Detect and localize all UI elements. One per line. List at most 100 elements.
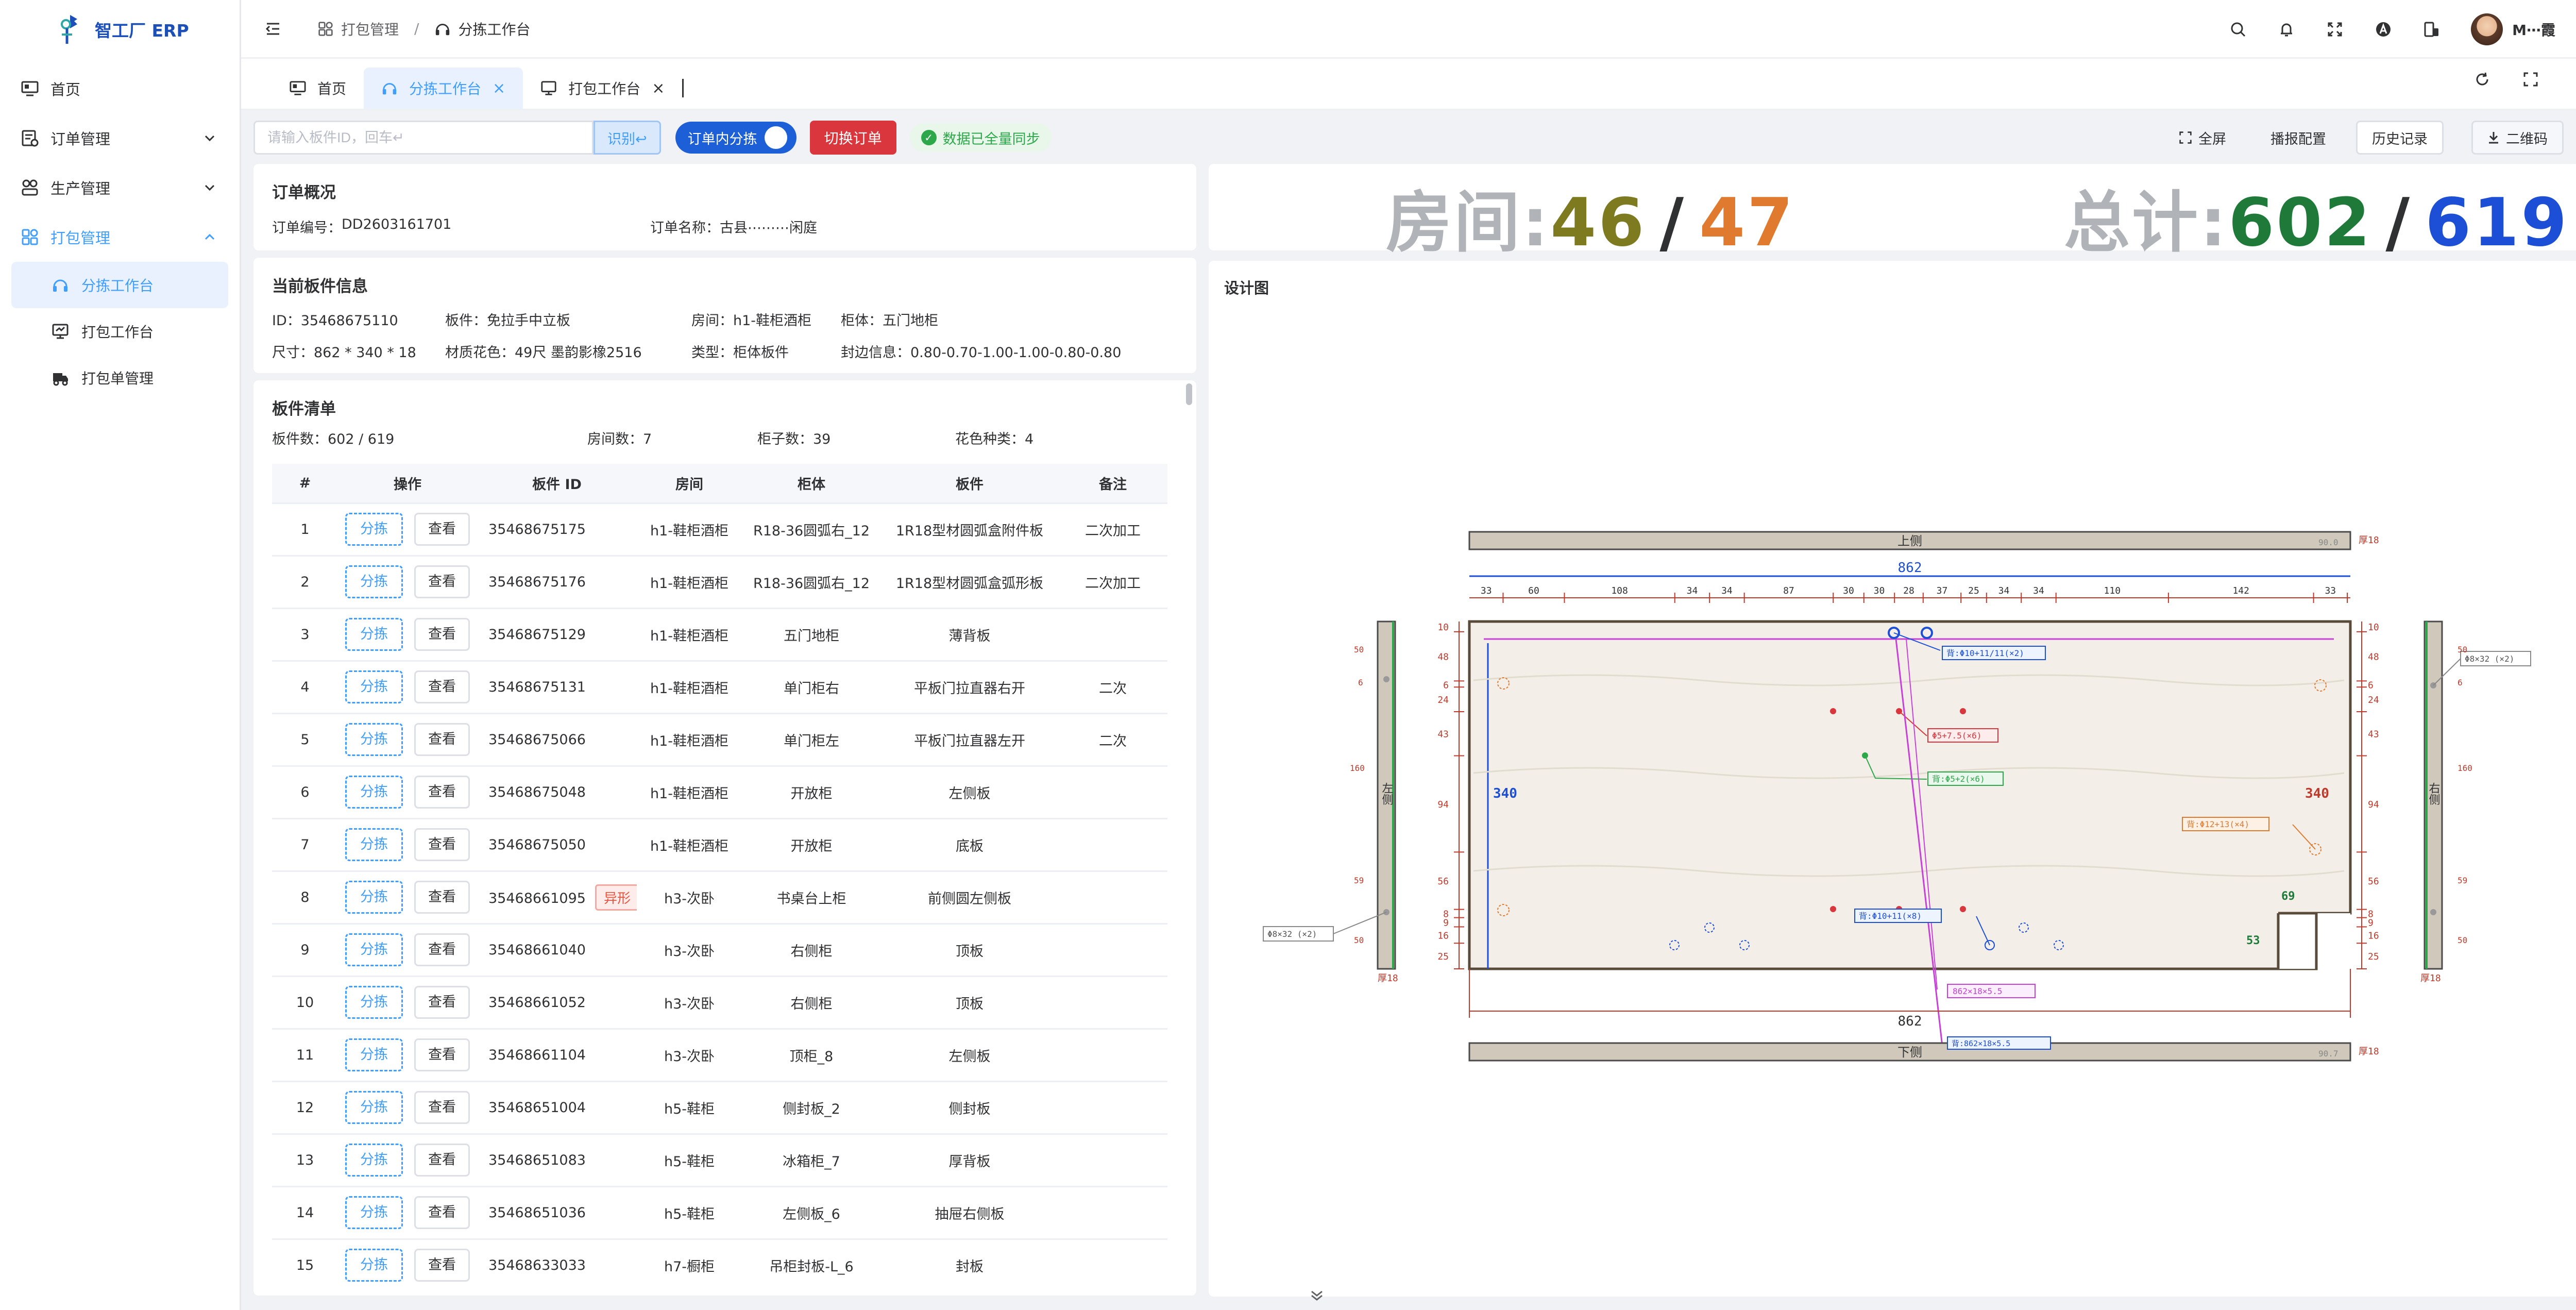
- view-button[interactable]: 查看: [414, 723, 470, 756]
- sort-button[interactable]: 分拣: [345, 1249, 403, 1282]
- breadcrumb-item[interactable]: 打包管理: [341, 19, 399, 39]
- broadcast-config-button[interactable]: 播报配置: [2256, 121, 2341, 155]
- font-size-icon[interactable]: [2374, 20, 2393, 39]
- view-button[interactable]: 查看: [414, 828, 470, 861]
- sort-button[interactable]: 分拣: [345, 723, 403, 756]
- table-row[interactable]: 2 分拣 查看 35468675176 h1-鞋柜酒柜 R18-36圆弧右_12 1R18型…: [272, 556, 1167, 609]
- app-logo[interactable]: 智工厂 ERP: [0, 0, 240, 59]
- row-note: 二次加工: [1058, 503, 1167, 557]
- sort-button[interactable]: 分拣: [345, 670, 403, 703]
- sort-button[interactable]: 分拣: [345, 618, 403, 651]
- side-dimension-value: 9: [2368, 918, 2374, 929]
- table-row[interactable]: 5 分拣 查看 35468675066 h1-鞋柜酒柜 单门柜左 平板门拉直器左开 二次: [272, 713, 1167, 767]
- sidebar-item-production[interactable]: 生产管理: [0, 163, 240, 212]
- table-row[interactable]: 3 分拣 查看 35468675129 h1-鞋柜酒柜 五门地柜 薄背板: [272, 608, 1167, 662]
- maximize-icon[interactable]: [2521, 70, 2540, 89]
- table-row[interactable]: 1 分拣 查看 35468675175 h1-鞋柜酒柜 R18-36圆弧右_12 1R18型…: [272, 503, 1167, 557]
- sidebar-subitem-packing-orders[interactable]: 打包单管理: [11, 355, 228, 401]
- view-button[interactable]: 查看: [414, 881, 470, 914]
- row-no: 5: [272, 713, 338, 767]
- bottom-edge-thickness: 90.7: [2318, 1049, 2338, 1059]
- table-row[interactable]: 4 分拣 查看 35468675131 h1-鞋柜酒柜 单门柜右 平板门拉直器右开 二次: [272, 661, 1167, 714]
- left-edge-label: 左侧: [1380, 782, 1394, 805]
- tab-sorting-workbench[interactable]: 分拣工作台 ×: [364, 68, 523, 109]
- hole-label: 背:Φ5+2(×6): [1932, 774, 1985, 784]
- in-order-sort-toggle[interactable]: 订单内分拣: [675, 122, 796, 154]
- sort-button[interactable]: 分拣: [345, 513, 403, 546]
- layout-icon[interactable]: [2422, 20, 2441, 39]
- sidebar-item-home[interactable]: 首页: [0, 64, 240, 113]
- sort-button[interactable]: 分拣: [345, 1038, 403, 1071]
- row-cabinet: 吊柜封板-L_6: [742, 1239, 881, 1288]
- history-button[interactable]: 历史记录: [2356, 121, 2444, 155]
- view-button[interactable]: 查看: [414, 933, 470, 966]
- tabs-actions: [2473, 70, 2540, 89]
- close-icon[interactable]: ×: [493, 79, 505, 97]
- sort-button[interactable]: 分拣: [345, 1144, 403, 1177]
- view-button[interactable]: 查看: [414, 1091, 470, 1124]
- sidebar-subitem-packing[interactable]: 打包工作台: [11, 308, 228, 355]
- bell-icon[interactable]: [2277, 20, 2296, 39]
- view-button[interactable]: 查看: [414, 513, 470, 546]
- height-dimension-right: 340: [2305, 786, 2329, 801]
- avatar[interactable]: [2471, 13, 2503, 45]
- board-id-input[interactable]: [253, 121, 594, 155]
- header-actions: M⋯霞: [2229, 0, 2555, 59]
- sort-button[interactable]: 分拣: [345, 933, 403, 966]
- board-id-text: 35468651036: [488, 1204, 586, 1221]
- row-room: h3-次卧: [637, 1029, 742, 1082]
- sort-button[interactable]: 分拣: [345, 776, 403, 809]
- side-dimension-value: 48: [2368, 652, 2379, 663]
- table-row[interactable]: 9 分拣 查看 35468661040 h3-次卧 右侧柜 顶板: [272, 923, 1167, 977]
- row-board-id: 35468675048: [477, 766, 637, 819]
- identify-button[interactable]: 识别↩: [594, 121, 661, 155]
- sidebar-fold-icon[interactable]: [264, 20, 282, 38]
- fullscreen-button[interactable]: 全屏: [2164, 121, 2241, 155]
- user-name[interactable]: M⋯霞: [2512, 19, 2555, 40]
- row-room: h1-鞋柜酒柜: [637, 556, 742, 609]
- table-row[interactable]: 10 分拣 查看 35468661052 h3-次卧 右侧柜 顶板: [272, 976, 1167, 1030]
- tab-packing-workbench[interactable]: 打包工作台 ×: [523, 68, 682, 109]
- table-row[interactable]: 7 分拣 查看 35468675050 h1-鞋柜酒柜 开放柜 底板: [272, 818, 1167, 872]
- refresh-icon[interactable]: [2473, 70, 2492, 89]
- view-button[interactable]: 查看: [414, 1038, 470, 1071]
- view-button[interactable]: 查看: [414, 1196, 470, 1229]
- table-row[interactable]: 15 分拣 查看 35468633033 h7-橱柜 吊柜封板-L_6 封板: [272, 1239, 1167, 1288]
- sidebar-subitem-sorting[interactable]: 分拣工作台: [11, 262, 228, 308]
- order-name: 订单名称： 古县⋯⋯⋯闲庭: [650, 216, 817, 237]
- view-button[interactable]: 查看: [414, 1144, 470, 1177]
- view-button[interactable]: 查看: [414, 565, 470, 598]
- sort-button[interactable]: 分拣: [345, 1196, 403, 1229]
- table-row[interactable]: 8 分拣 查看 35468661095 异形 h3-次卧 书桌台上柜 前侧圆左侧板: [272, 871, 1167, 925]
- sort-button[interactable]: 分拣: [345, 1091, 403, 1124]
- switch-order-button[interactable]: 切换订单: [809, 121, 896, 155]
- sort-button[interactable]: 分拣: [345, 881, 403, 914]
- table-row[interactable]: 13 分拣 查看 35468651083 h5-鞋柜 冰箱柜_7 厚背板: [272, 1134, 1167, 1187]
- sort-button[interactable]: 分拣: [345, 565, 403, 598]
- view-button[interactable]: 查看: [414, 670, 470, 703]
- sort-button[interactable]: 分拣: [345, 828, 403, 861]
- row-no: 2: [272, 556, 338, 609]
- sidebar-item-packaging[interactable]: 打包管理: [0, 212, 240, 262]
- table-row[interactable]: 12 分拣 查看 35468651004 h5-鞋柜 侧封板_2 侧封板: [272, 1081, 1167, 1135]
- close-icon[interactable]: ×: [652, 79, 665, 97]
- tab-home[interactable]: 首页: [272, 68, 364, 109]
- fullscreen-icon[interactable]: [2326, 20, 2344, 39]
- view-button[interactable]: 查看: [414, 986, 470, 1019]
- top-dimension-value: 25: [1968, 585, 1979, 596]
- search-icon[interactable]: [2229, 20, 2247, 39]
- view-button[interactable]: 查看: [414, 618, 470, 651]
- row-no: 15: [272, 1239, 338, 1288]
- right-edge-thick-label: 厚18: [2420, 973, 2441, 984]
- table-row[interactable]: 11 分拣 查看 35468661104 h3-次卧 顶柜_8 左侧板: [272, 1029, 1167, 1082]
- sidebar-item-orders[interactable]: 订单管理: [0, 113, 240, 163]
- sort-button[interactable]: 分拣: [345, 986, 403, 1019]
- collapse-down-icon[interactable]: [1309, 1288, 1325, 1303]
- table-row[interactable]: 6 分拣 查看 35468675048 h1-鞋柜酒柜 开放柜 左侧板: [272, 766, 1167, 819]
- list-scrollbar[interactable]: [1186, 383, 1192, 405]
- view-button[interactable]: 查看: [414, 776, 470, 809]
- qrcode-button[interactable]: 二维码: [2471, 121, 2564, 155]
- table-row[interactable]: 14 分拣 查看 35468651036 h5-鞋柜 左侧板_6 抽屉右侧板: [272, 1186, 1167, 1240]
- row-no: 4: [272, 661, 338, 714]
- view-button[interactable]: 查看: [414, 1249, 470, 1282]
